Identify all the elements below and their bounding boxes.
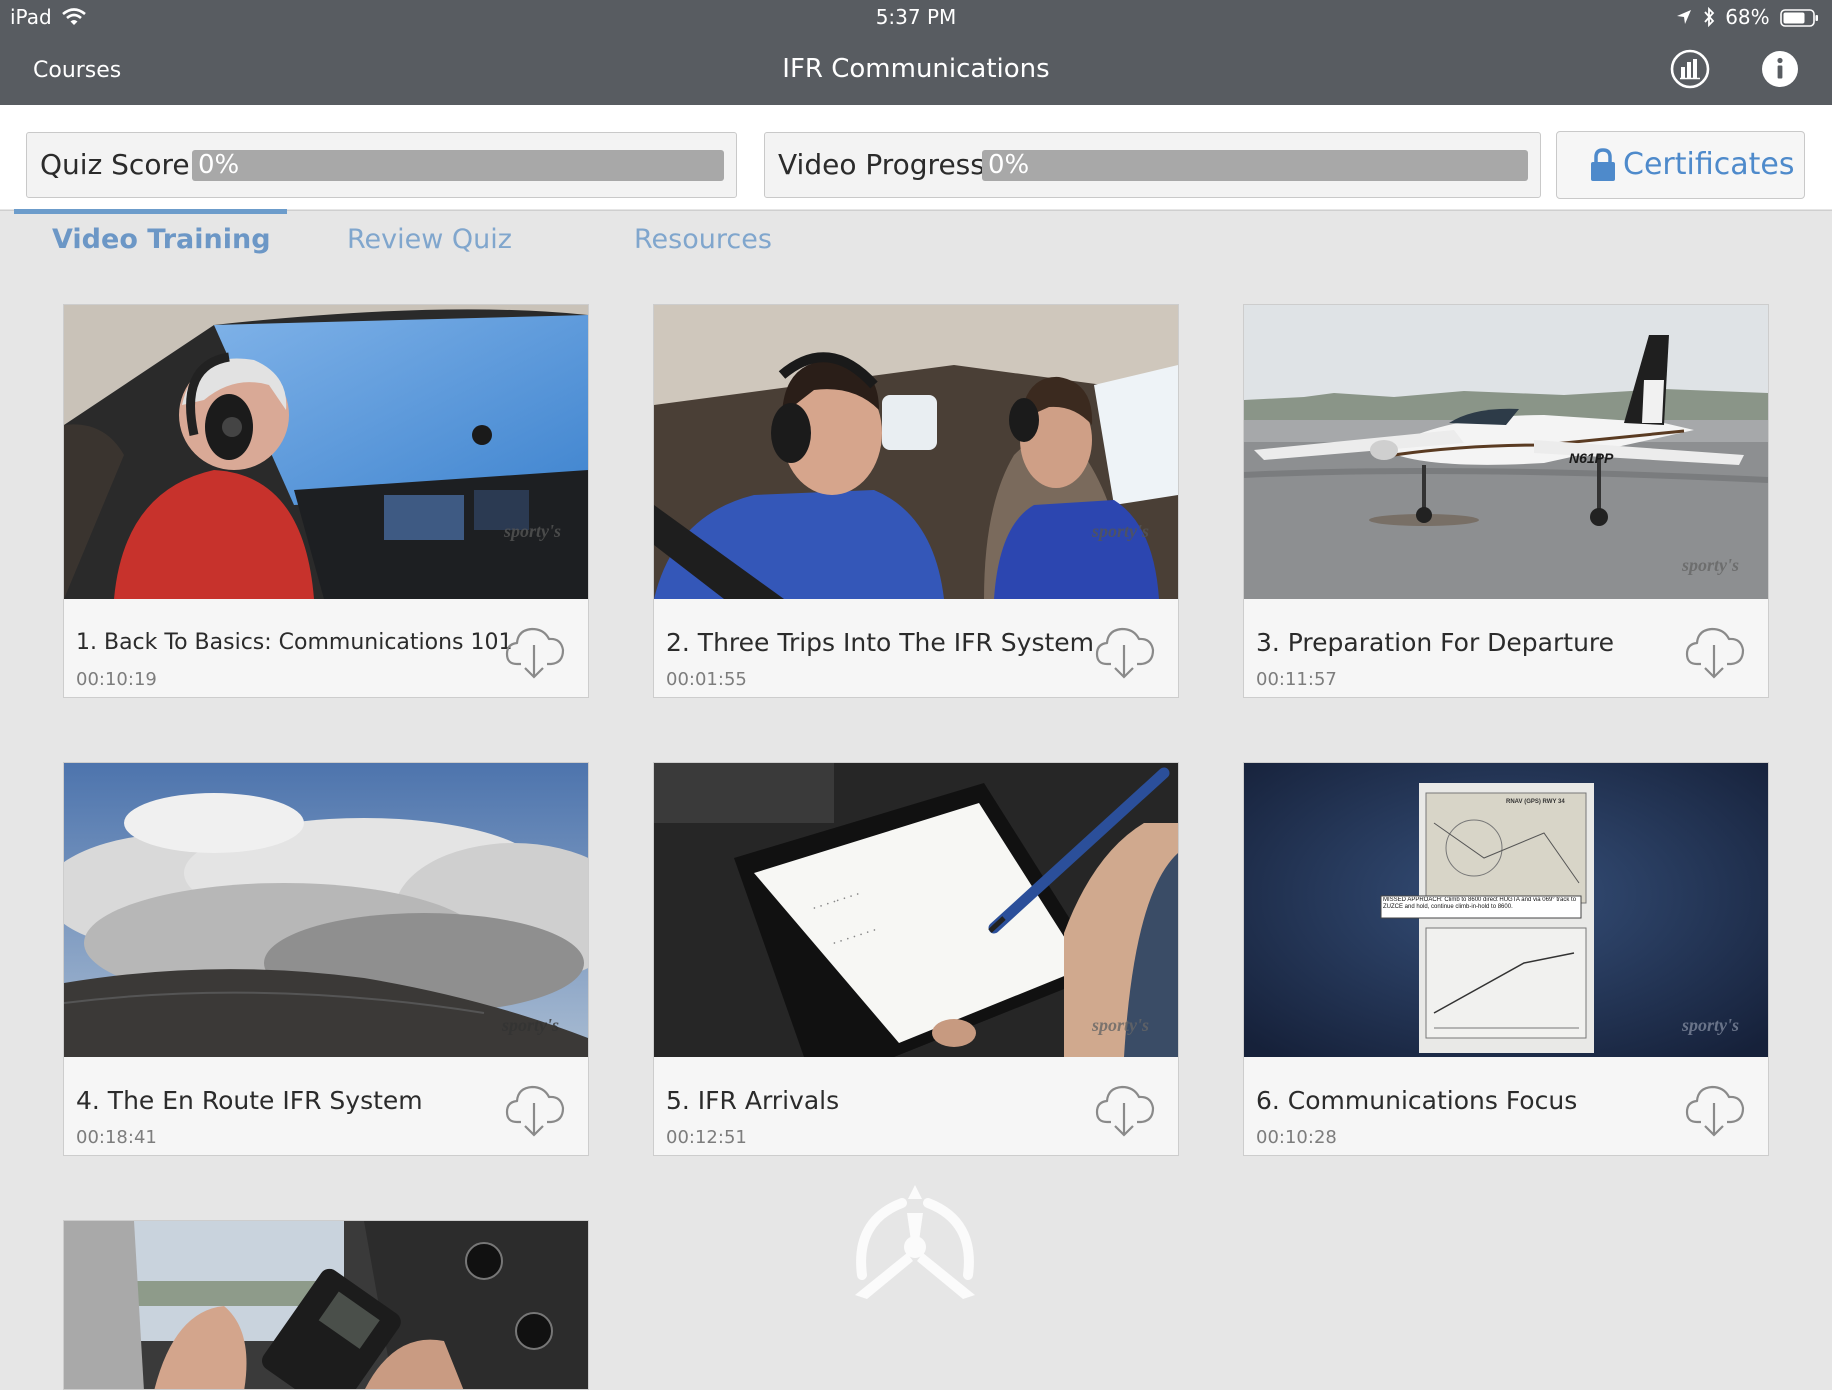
battery-icon (1780, 9, 1818, 27)
video-duration: 00:01:55 (666, 669, 747, 690)
cloud-download-icon[interactable] (1684, 623, 1746, 681)
video-title: 4. The En Route IFR System (76, 1086, 423, 1115)
video-card[interactable]: RNAV (GPS) RWY 34 MISSED APPROACH: Climb… (1243, 762, 1769, 1156)
progress-area: Quiz Score 0% Video Progress 0% Certific… (0, 105, 1832, 209)
watermark: sporty's (501, 1015, 559, 1035)
bluetooth-icon (1704, 6, 1715, 28)
video-title: 5. IFR Arrivals (666, 1086, 840, 1115)
video-progress-meter: Video Progress 0% (764, 132, 1541, 198)
stats-chart-icon[interactable] (1670, 49, 1710, 89)
video-duration: 00:10:28 (1256, 1127, 1337, 1148)
video-thumbnail[interactable]: RNAV (GPS) RWY 34 MISSED APPROACH: Climb… (1244, 763, 1768, 1057)
video-thumbnail[interactable]: · · · ·· · · · · · · · · · · sporty's (654, 763, 1178, 1057)
location-icon (1677, 10, 1692, 24)
video-title: 2. Three Trips Into The IFR System (666, 628, 1095, 657)
video-card[interactable]: · · · ·· · · · · · · · · · · sporty's 5.… (653, 762, 1179, 1156)
chart-header: RNAV (GPS) RWY 34 (1506, 799, 1565, 805)
page-title: IFR Communications (782, 54, 1050, 84)
tab-video-training[interactable]: Video Training (52, 223, 271, 257)
video-duration: 00:18:41 (76, 1127, 157, 1148)
video-title: 6. Communications Focus (1256, 1086, 1578, 1115)
video-thumbnail[interactable] (64, 1221, 588, 1389)
video-thumbnail[interactable]: sporty's (654, 305, 1178, 599)
video-duration: 00:10:19 (76, 669, 157, 690)
video-progress-bar: 0% (982, 150, 1528, 181)
battery-percent: 68% (1725, 5, 1770, 29)
video-card[interactable]: sporty's 4. The En Route IFR System 00:1… (63, 762, 589, 1156)
watermark: sporty's (1091, 521, 1149, 541)
tab-review-quiz[interactable]: Review Quiz (347, 223, 512, 257)
watermark: sporty's (1681, 555, 1739, 575)
video-card[interactable] (63, 1220, 589, 1390)
active-tab-indicator (14, 209, 287, 214)
video-title: 1. Back To Basics: Communications 101 (76, 630, 513, 655)
sportys-propeller-logo-icon (855, 1185, 975, 1299)
certificates-label: Certificates (1623, 147, 1795, 182)
video-duration: 00:12:51 (666, 1127, 747, 1148)
quiz-score-meter: Quiz Score 0% (26, 132, 737, 198)
video-thumbnail[interactable]: sporty's (64, 305, 588, 599)
video-title: 3. Preparation For Departure (1256, 628, 1615, 657)
video-duration: 00:11:57 (1256, 669, 1337, 690)
status-right: 68% (1676, 5, 1820, 29)
video-card[interactable]: N61PP sporty's 3. Preparation For Depart… (1243, 304, 1769, 698)
info-icon[interactable] (1760, 49, 1800, 89)
cloud-download-icon[interactable] (504, 623, 566, 681)
quiz-score-label: Quiz Score (40, 148, 190, 181)
cloud-download-icon[interactable] (504, 1081, 566, 1139)
video-card[interactable]: sporty's 1. Back To Basics: Communicatio… (63, 304, 589, 698)
cloud-download-icon[interactable] (1094, 1081, 1156, 1139)
certificates-button[interactable]: Certificates (1556, 131, 1805, 199)
cloud-download-icon[interactable] (1684, 1081, 1746, 1139)
video-card[interactable]: sporty's 2. Three Trips Into The IFR Sys… (653, 304, 1179, 698)
tail-number: N61PP (1569, 450, 1614, 466)
watermark: sporty's (1681, 1015, 1739, 1035)
quiz-score-value: 0% (198, 150, 240, 180)
lock-icon (1591, 148, 1615, 181)
video-thumbnail[interactable]: N61PP sporty's (1244, 305, 1768, 599)
video-progress-value: 0% (988, 150, 1030, 180)
quiz-score-bar: 0% (192, 150, 724, 181)
video-progress-label: Video Progress (778, 148, 985, 181)
status-time: 5:37 PM (875, 5, 957, 29)
video-thumbnail[interactable]: sporty's (64, 763, 588, 1057)
top-bar: iPad 5:37 PM 68% Courses IFR Communicati… (0, 0, 1832, 105)
missed-approach-note: MISSED APPROACH: Climb to 8600 direct HU… (1383, 897, 1577, 910)
cloud-download-icon[interactable] (1094, 623, 1156, 681)
tab-resources[interactable]: Resources (634, 223, 772, 257)
watermark: sporty's (503, 521, 561, 541)
watermark: sporty's (1091, 1015, 1149, 1035)
